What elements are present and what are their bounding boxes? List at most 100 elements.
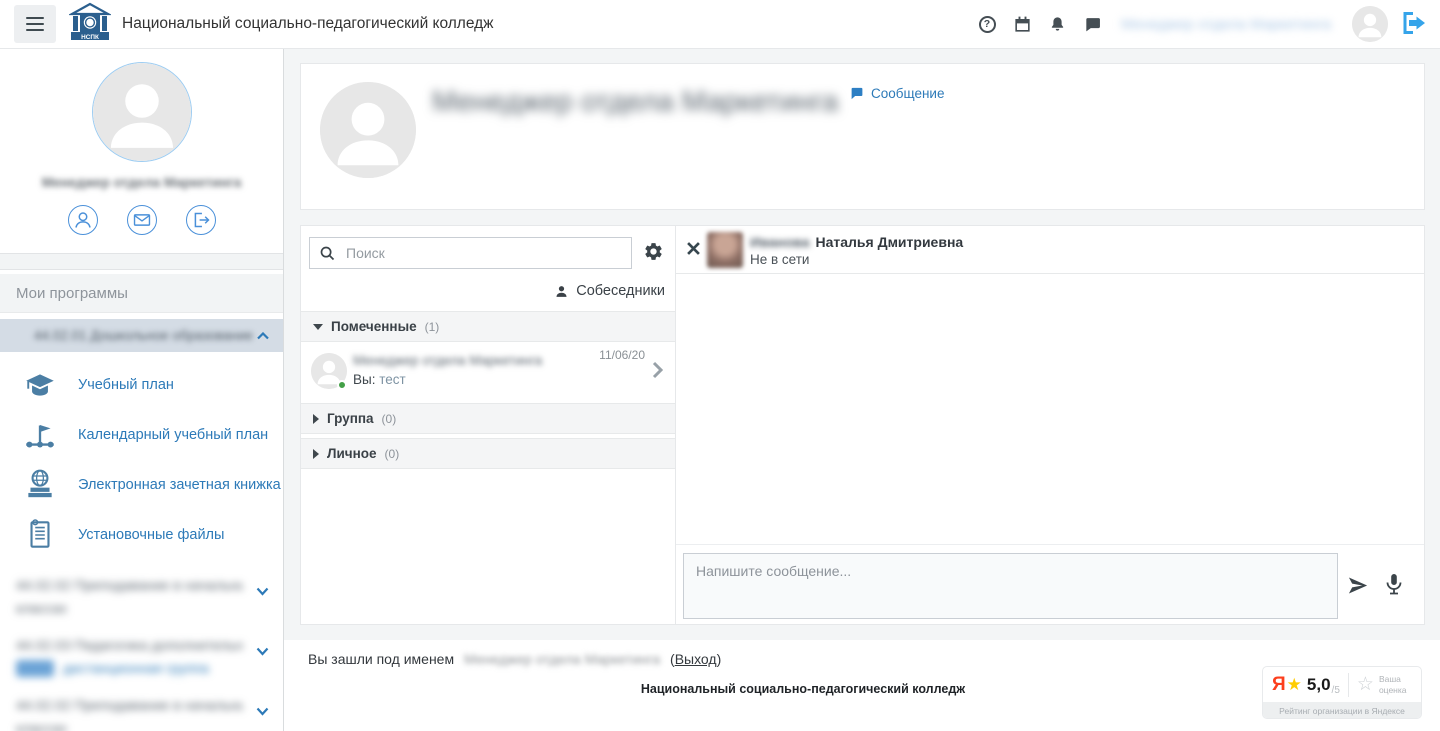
- section-label: Группа: [327, 411, 374, 426]
- chevron-down-icon: [256, 647, 269, 656]
- sidebar-item-label: Календарный учебный план: [78, 427, 268, 443]
- college-logo[interactable]: НСПК: [69, 2, 111, 46]
- header-username-blurred[interactable]: Менеджер отдела Маркетинга: [1121, 16, 1346, 33]
- messages-bubble-icon[interactable]: [1081, 13, 1103, 35]
- chat-status: Не в сети: [750, 252, 809, 267]
- program-name-blurred: 44.02.02 Преподавание в начальных: [16, 694, 243, 717]
- mail-icon[interactable]: [127, 205, 157, 235]
- divider: [1348, 673, 1349, 697]
- sidebar-program-collapsed[interactable]: 44.02.03 Педагогика дополнительного дист…: [0, 634, 283, 680]
- chat-messages-area: [676, 274, 1424, 544]
- exit-icon[interactable]: [186, 205, 216, 235]
- chat-contact-photo-blurred: [707, 232, 743, 268]
- sidebar-program-active[interactable]: 44.02.01 Дошкольное образование: [0, 319, 283, 352]
- chat-input-area: [676, 544, 1424, 624]
- yandex-rating-badge[interactable]: Я ★ 5,0 /5 ☆ Ваша оценка Рейтинг организ…: [1262, 666, 1422, 719]
- sidebar-profile-avatar: [92, 62, 192, 162]
- triangle-right-icon: [313, 449, 319, 459]
- profile-avatar: [320, 82, 416, 178]
- section-starred[interactable]: Помеченные (1): [301, 311, 675, 342]
- contacts-label: Собеседники: [576, 283, 665, 299]
- sidebar-item-label: Установочные файлы: [78, 527, 224, 543]
- logout-icon[interactable]: [1398, 9, 1428, 39]
- my-programs-heading: Мои программы: [0, 274, 283, 313]
- page-footer: Вы зашли под именем Менеджер отдела Марк…: [284, 640, 1440, 731]
- sidebar-item-label: Электронная зачетная книжка: [78, 477, 281, 493]
- sidebar-menu: Учебный план Календарный учебный план Эл…: [0, 360, 283, 560]
- notifications-bell-icon[interactable]: [1046, 13, 1068, 35]
- svg-text:НСПК: НСПК: [81, 34, 99, 41]
- help-icon[interactable]: [976, 13, 998, 35]
- calendar-icon[interactable]: [1011, 13, 1033, 35]
- program-link-blurred: дистанционная группа: [63, 657, 209, 680]
- section-label: Помеченные: [331, 319, 417, 334]
- sidebar-item-calendar-curriculum[interactable]: Календарный учебный план: [0, 410, 283, 460]
- profile-icon[interactable]: [68, 205, 98, 235]
- close-icon[interactable]: [684, 241, 702, 259]
- rating-value: 5,0: [1307, 675, 1331, 695]
- program-name-blurred: классах: [16, 717, 243, 731]
- sidebar-item-gradebook[interactable]: Электронная зачетная книжка: [0, 460, 283, 510]
- yandex-logo: Я: [1272, 674, 1286, 696]
- graduation-cap-icon: [22, 367, 58, 403]
- logged-in-prefix: Вы зашли под именем: [308, 651, 454, 667]
- chevron-down-icon: [256, 707, 269, 716]
- profile-title-blurred: Менеджер отдела Маркетинга: [432, 86, 838, 119]
- sidebar-item-label: Учебный план: [78, 377, 174, 393]
- conversation-list: Собеседники Помеченные (1) Менеджер отде…: [301, 226, 676, 624]
- sidebar: Менеджер отдела Маркетинга Мои программы…: [0, 49, 284, 731]
- hamburger-menu-button[interactable]: [14, 5, 56, 43]
- section-label: Личное: [327, 446, 377, 461]
- conversation-date: 11/06/20: [599, 348, 645, 362]
- section-count: (0): [382, 412, 397, 426]
- program-name-blurred: 44.02.03 Педагогика дополнительного: [16, 634, 243, 657]
- section-count: (1): [425, 320, 440, 334]
- preview-text: тест: [379, 372, 405, 387]
- rating-max: /5: [1332, 685, 1340, 702]
- sidebar-program-collapsed[interactable]: 44.02.02 Преподавание в начальных класса…: [0, 574, 283, 620]
- document-icon: [22, 517, 58, 553]
- program-name-blurred: классах: [16, 597, 243, 620]
- chat-header: Иванова Наталья Дмитриевна Не в сети: [676, 226, 1424, 274]
- your-rating-label: Ваша: [1379, 674, 1407, 684]
- sidebar-item-setup-files[interactable]: Установочные файлы: [0, 510, 283, 560]
- messenger-panel: Собеседники Помеченные (1) Менеджер отде…: [300, 225, 1425, 625]
- top-header: НСПК Национальный социально-педагогическ…: [0, 0, 1440, 49]
- triangle-down-icon: [313, 324, 323, 330]
- contacts-link[interactable]: Собеседники: [301, 269, 675, 311]
- yandex-caption: Рейтинг организации в Яндексе: [1263, 702, 1421, 719]
- chat-contact-name: Наталья Дмитриевна: [816, 234, 964, 250]
- college-logo-icon: НСПК: [69, 2, 111, 46]
- section-private[interactable]: Личное (0): [301, 438, 675, 469]
- send-message-link[interactable]: Сообщение: [849, 86, 944, 101]
- sidebar-program-collapsed[interactable]: 44.02.02 Преподавание в начальных класса…: [0, 694, 283, 731]
- conversation-item[interactable]: Менеджер отдела Маркетинга Вы: тест 11/0…: [301, 342, 675, 399]
- profile-header-card: Менеджер отдела Маркетинга Сообщение: [300, 63, 1425, 210]
- chat-pane: Иванова Наталья Дмитриевна Не в сети: [676, 226, 1424, 624]
- section-group[interactable]: Группа (0): [301, 403, 675, 434]
- message-bubble-icon: [849, 86, 864, 101]
- star-outline-icon: ☆: [1357, 673, 1374, 696]
- milestone-icon: [22, 417, 58, 453]
- chat-surname-blurred: Иванова: [750, 234, 810, 250]
- message-input[interactable]: [683, 553, 1338, 619]
- chevron-up-icon: [257, 332, 269, 340]
- online-status-dot: [337, 380, 347, 390]
- send-icon[interactable]: [1346, 575, 1368, 597]
- sidebar-item-curriculum[interactable]: Учебный план: [0, 360, 283, 410]
- logout-link[interactable]: Выход: [675, 651, 717, 667]
- preview-prefix: Вы:: [353, 372, 375, 387]
- settings-gear-icon[interactable]: [641, 241, 665, 265]
- section-count: (0): [385, 447, 400, 461]
- header-avatar[interactable]: [1352, 6, 1388, 42]
- chevron-right-icon: [652, 361, 663, 379]
- conversation-name-blurred: Менеджер отдела Маркетинга: [353, 353, 542, 368]
- person-icon: [554, 284, 569, 299]
- star-filled-icon: ★: [1287, 675, 1302, 695]
- logout-paren-close: ): [717, 651, 722, 667]
- program-badge-blurred: [16, 660, 54, 677]
- microphone-icon[interactable]: [1382, 573, 1406, 597]
- search-input[interactable]: [309, 237, 632, 269]
- program-name-blurred: 44.02.02 Преподавание в начальных: [16, 574, 243, 597]
- chevron-down-icon: [256, 587, 269, 596]
